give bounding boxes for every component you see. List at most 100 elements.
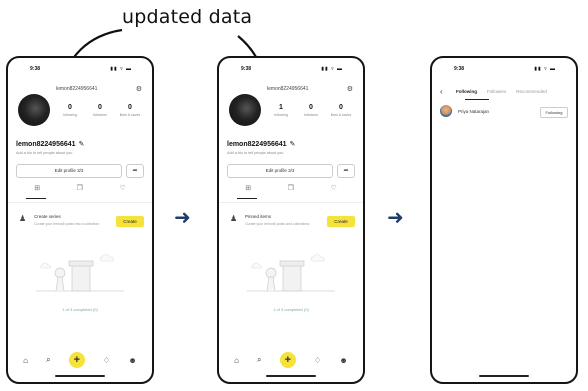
create-button[interactable]: Create	[327, 216, 355, 227]
share-icon[interactable]: ➦	[337, 164, 355, 178]
stat-likes[interactable]: 0 likes & saves	[327, 104, 355, 117]
bio-text[interactable]: Add a bio to tell people about you	[227, 151, 283, 155]
bio-text[interactable]: Add a bio to tell people about you	[16, 151, 72, 155]
stat-label: likes & saves	[119, 113, 141, 117]
completion-text: 1 of 3 completed (0)	[273, 307, 309, 312]
heart-icon[interactable]: ♡	[330, 184, 336, 192]
pen-icon[interactable]: ✎	[290, 141, 296, 148]
home-indicator	[479, 375, 529, 377]
edit-profile-button[interactable]: Edit profile 3/3	[227, 164, 333, 178]
tab-underline	[26, 198, 46, 199]
search-icon[interactable]: ⌕	[257, 355, 261, 365]
bottom-nav: ⌂ ⌕ + ♢ ☻	[14, 352, 146, 368]
plus-icon[interactable]: +	[68, 352, 85, 368]
stat-label: likes & saves	[330, 113, 352, 117]
card-title: Create series	[34, 214, 61, 219]
avatar[interactable]	[18, 94, 50, 126]
stat-likes[interactable]: 0 likes & saves	[116, 104, 144, 117]
create-button[interactable]: Create	[116, 216, 144, 227]
tab-recommended[interactable]: Recommended	[516, 89, 547, 94]
home-indicator	[55, 375, 105, 377]
top-username: lemon8224956641	[56, 86, 98, 92]
pen-icon[interactable]: ✎	[79, 141, 85, 148]
stat-label: following	[274, 113, 288, 117]
edit-row: Edit profile 3/3 ➦	[16, 164, 144, 178]
pinned-card: ♟ Pinned items Curate your lemon8 posts …	[227, 212, 355, 232]
search-icon[interactable]: ⌕	[46, 355, 50, 365]
user-icon: ♟	[19, 214, 27, 223]
card-title: Pinned items	[245, 214, 272, 219]
user-icon: ♟	[230, 214, 238, 223]
arrow-icon: ➜	[174, 207, 191, 229]
home-indicator	[266, 375, 316, 377]
grid-icon[interactable]: ⊞	[34, 184, 40, 192]
gear-icon[interactable]: ⚙	[347, 85, 353, 93]
profile-stats: 0 following 0 followers 0 likes & saves	[56, 104, 144, 117]
status-icons: ▮▮ ▿ ▬	[534, 66, 556, 72]
stat-following[interactable]: 1 following	[267, 104, 295, 117]
status-bar: 9:38 ▮▮ ▿ ▬	[432, 66, 576, 74]
empty-state-illustration	[247, 254, 335, 292]
profile-username: lemon8224956641 ✎	[16, 140, 84, 148]
profile-icon[interactable]: ☻	[339, 356, 347, 365]
edit-profile-button[interactable]: Edit profile 3/3	[16, 164, 122, 178]
status-time: 9:38	[30, 66, 41, 72]
stat-value: 0	[309, 104, 313, 111]
content-tabs: ⊞ ❐ ♡	[227, 184, 355, 192]
gear-icon[interactable]: ⚙	[136, 85, 142, 93]
stat-label: following	[63, 113, 77, 117]
profile-stats: 1 following 0 followers 0 likes & saves	[267, 104, 355, 117]
home-icon[interactable]: ⌂	[234, 356, 239, 365]
phone-screen-3: 9:38 ▮▮ ▿ ▬ ‹ Following Followers Recomm…	[430, 56, 578, 384]
tab-underline	[465, 99, 489, 100]
bottom-nav: ⌂ ⌕ + ♢ ☻	[225, 352, 357, 368]
stat-followers[interactable]: 0 followers	[297, 104, 325, 117]
status-time: 9:38	[241, 66, 252, 72]
tab-underline	[237, 198, 257, 199]
content-tabs: ⊞ ❐ ♡	[16, 184, 144, 192]
stat-value: 0	[98, 104, 102, 111]
user-name[interactable]: Priya Natarajan	[458, 109, 489, 114]
plus-icon[interactable]: +	[279, 352, 296, 368]
bookmark-icon[interactable]: ❐	[77, 184, 83, 192]
tab-followers[interactable]: Followers	[487, 89, 506, 94]
series-card: ♟ Create series Curate your lemon8 posts…	[16, 212, 144, 232]
stat-value: 1	[279, 104, 283, 111]
stat-following[interactable]: 0 following	[56, 104, 84, 117]
status-bar: 9:38 ▮▮ ▿ ▬	[8, 66, 152, 74]
status-icons: ▮▮ ▿ ▬	[321, 66, 343, 72]
back-icon[interactable]: ‹	[440, 87, 443, 96]
stat-followers[interactable]: 0 followers	[86, 104, 114, 117]
empty-state-illustration	[36, 254, 124, 292]
home-icon[interactable]: ⌂	[23, 356, 28, 365]
list-item[interactable]: Priya Natarajan Following	[440, 105, 568, 119]
share-icon[interactable]: ➦	[126, 164, 144, 178]
bell-icon[interactable]: ♢	[103, 356, 110, 365]
follow-tabs: Following Followers Recommended	[456, 89, 572, 94]
status-time: 9:38	[454, 66, 465, 72]
status-bar: 9:38 ▮▮ ▿ ▬	[219, 66, 363, 74]
phone-screen-2: 9:38 ▮▮ ▿ ▬ lemon8224956641 ⚙ 1 followin…	[217, 56, 365, 384]
username-text: lemon8224956641	[227, 141, 287, 148]
edit-row: Edit profile 3/3 ➦	[227, 164, 355, 178]
avatar[interactable]	[440, 105, 452, 117]
stat-value: 0	[339, 104, 343, 111]
card-subtitle: Curate your lemon8 posts and collections	[245, 222, 310, 226]
bookmark-icon[interactable]: ❐	[288, 184, 294, 192]
profile-username: lemon8224956641 ✎	[227, 140, 295, 148]
completion-text: 1 of 3 completed (0)	[62, 307, 98, 312]
heart-icon[interactable]: ♡	[119, 184, 125, 192]
status-icons: ▮▮ ▿ ▬	[110, 66, 132, 72]
stat-value: 0	[68, 104, 72, 111]
grid-icon[interactable]: ⊞	[245, 184, 251, 192]
divider	[219, 202, 363, 203]
stat-label: followers	[304, 113, 318, 117]
top-username: lemon8224956641	[267, 86, 309, 92]
bell-icon[interactable]: ♢	[314, 356, 321, 365]
following-button[interactable]: Following	[540, 107, 568, 118]
tab-following[interactable]: Following	[456, 89, 477, 94]
arrow-icon: ➜	[387, 207, 404, 229]
avatar[interactable]	[229, 94, 261, 126]
profile-icon[interactable]: ☻	[128, 356, 136, 365]
stat-value: 0	[128, 104, 132, 111]
